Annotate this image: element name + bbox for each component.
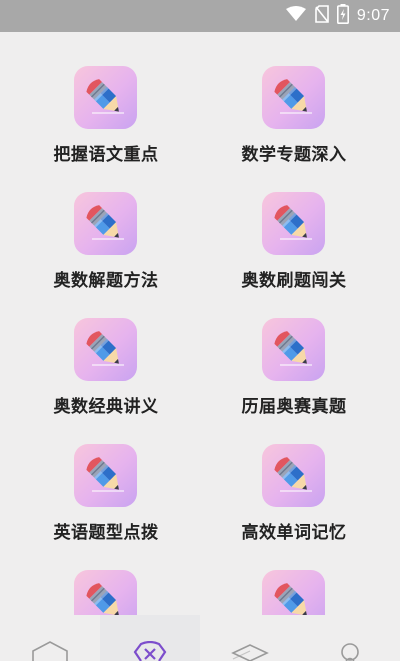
nav-tab-layers[interactable] [200, 615, 300, 661]
topic-grid: 把握语文重点 数学专题深入 奥数解题方法 奥数刷题闯关 奥数经典讲义 历届奥赛真… [0, 32, 400, 615]
topic-item-olympiad-lectures[interactable]: 奥数经典讲义 [0, 284, 200, 417]
home-icon [32, 641, 68, 661]
no-sim-icon [315, 5, 329, 27]
pencil-icon [74, 318, 137, 381]
battery-charging-icon [336, 4, 349, 28]
nav-tab-practice[interactable] [100, 615, 200, 661]
topic-item-olympiad-practice[interactable]: 奥数刷题闯关 [188, 158, 388, 291]
topic-item-partial-right[interactable] [188, 536, 388, 615]
status-icons: 9:07 [285, 0, 390, 32]
topic-item-word-memory[interactable]: 高效单词记忆 [188, 410, 388, 543]
profile-icon [341, 643, 359, 661]
nav-tab-profile[interactable] [300, 615, 400, 661]
topic-item-past-competition-papers[interactable]: 历届奥赛真题 [188, 284, 388, 417]
layers-icon [231, 644, 269, 661]
wifi-icon [285, 6, 307, 26]
pencil-icon [74, 570, 137, 615]
pencil-icon [74, 192, 137, 255]
bottom-nav [0, 615, 400, 661]
pencil-icon [74, 66, 137, 129]
pencil-icon [262, 444, 325, 507]
hexagon-x-icon [133, 641, 167, 661]
topic-item-partial-left[interactable] [0, 536, 200, 615]
pencil-icon [74, 444, 137, 507]
pencil-icon [262, 318, 325, 381]
pencil-icon [262, 570, 325, 615]
nav-tab-home[interactable] [0, 615, 100, 661]
pencil-icon [262, 192, 325, 255]
app-screen: 9:07 把握语文重点 数学专题深入 奥数解题方法 奥数刷题闯关 奥数经典讲义 … [0, 0, 400, 661]
topic-item-math-topics[interactable]: 数学专题深入 [188, 32, 388, 165]
pencil-icon [262, 66, 325, 129]
status-time: 9:07 [356, 7, 390, 24]
topic-item-english-question-types[interactable]: 英语题型点拨 [0, 410, 200, 543]
status-bar: 9:07 [0, 0, 400, 32]
topic-item-chinese-key-points[interactable]: 把握语文重点 [0, 32, 200, 165]
topic-item-olympiad-methods[interactable]: 奥数解题方法 [0, 158, 200, 291]
